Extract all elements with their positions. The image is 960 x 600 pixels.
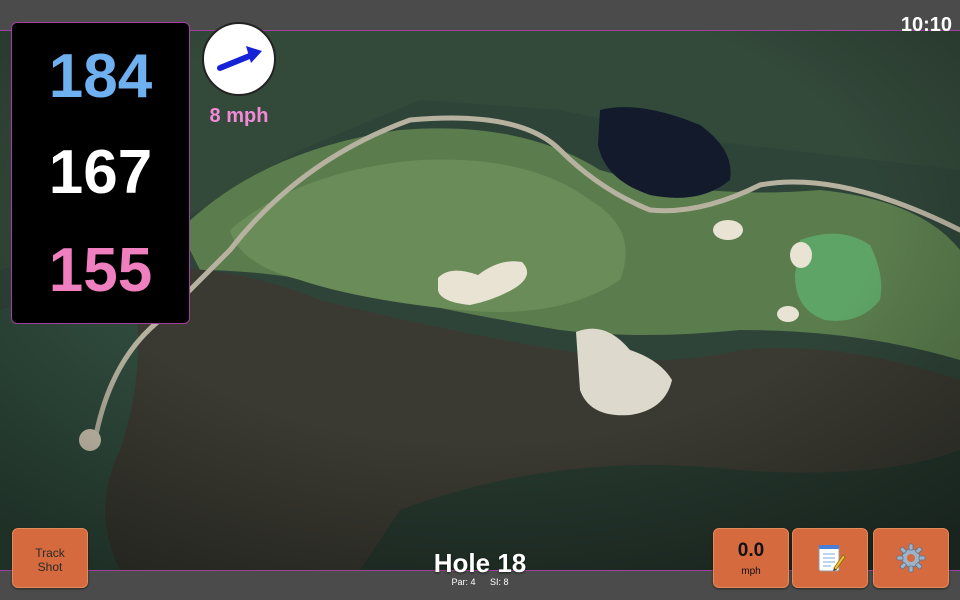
golf-gps-screen: 10:10 184 167 155 8 mph Track Shot Hole … <box>0 0 960 600</box>
middle-distance: 167 <box>48 138 153 207</box>
track-shot-label-line2: Shot <box>37 560 63 574</box>
speed-value: 0.0 <box>737 540 765 561</box>
hole-par: Par: 4 <box>451 577 476 587</box>
speed-button[interactable]: 0.0 mph <box>713 528 789 588</box>
notepad-icon <box>818 545 846 572</box>
gear-icon <box>896 543 926 573</box>
wind-speed: 8 mph <box>209 105 269 127</box>
hole-title: Hole 18 <box>433 548 527 578</box>
track-shot-button[interactable]: Track Shot <box>12 528 88 588</box>
wind-direction-arrow-icon <box>217 46 262 71</box>
clock-time: 10:10 <box>900 14 952 36</box>
front-distance: 155 <box>48 236 153 305</box>
track-shot-label: Track Shot <box>13 546 87 574</box>
wind-compass <box>202 22 276 96</box>
hole-stroke-index: SI: 8 <box>490 577 509 587</box>
speed-unit: mph <box>741 566 761 577</box>
back-distance: 184 <box>48 42 153 111</box>
track-shot-label-line1: Track <box>35 546 65 560</box>
scorecard-notes-button[interactable] <box>792 528 868 588</box>
hole-info: Par: 4 SI: 8 <box>380 577 580 587</box>
distance-panel: 184 167 155 <box>11 22 190 324</box>
settings-button[interactable] <box>873 528 949 588</box>
